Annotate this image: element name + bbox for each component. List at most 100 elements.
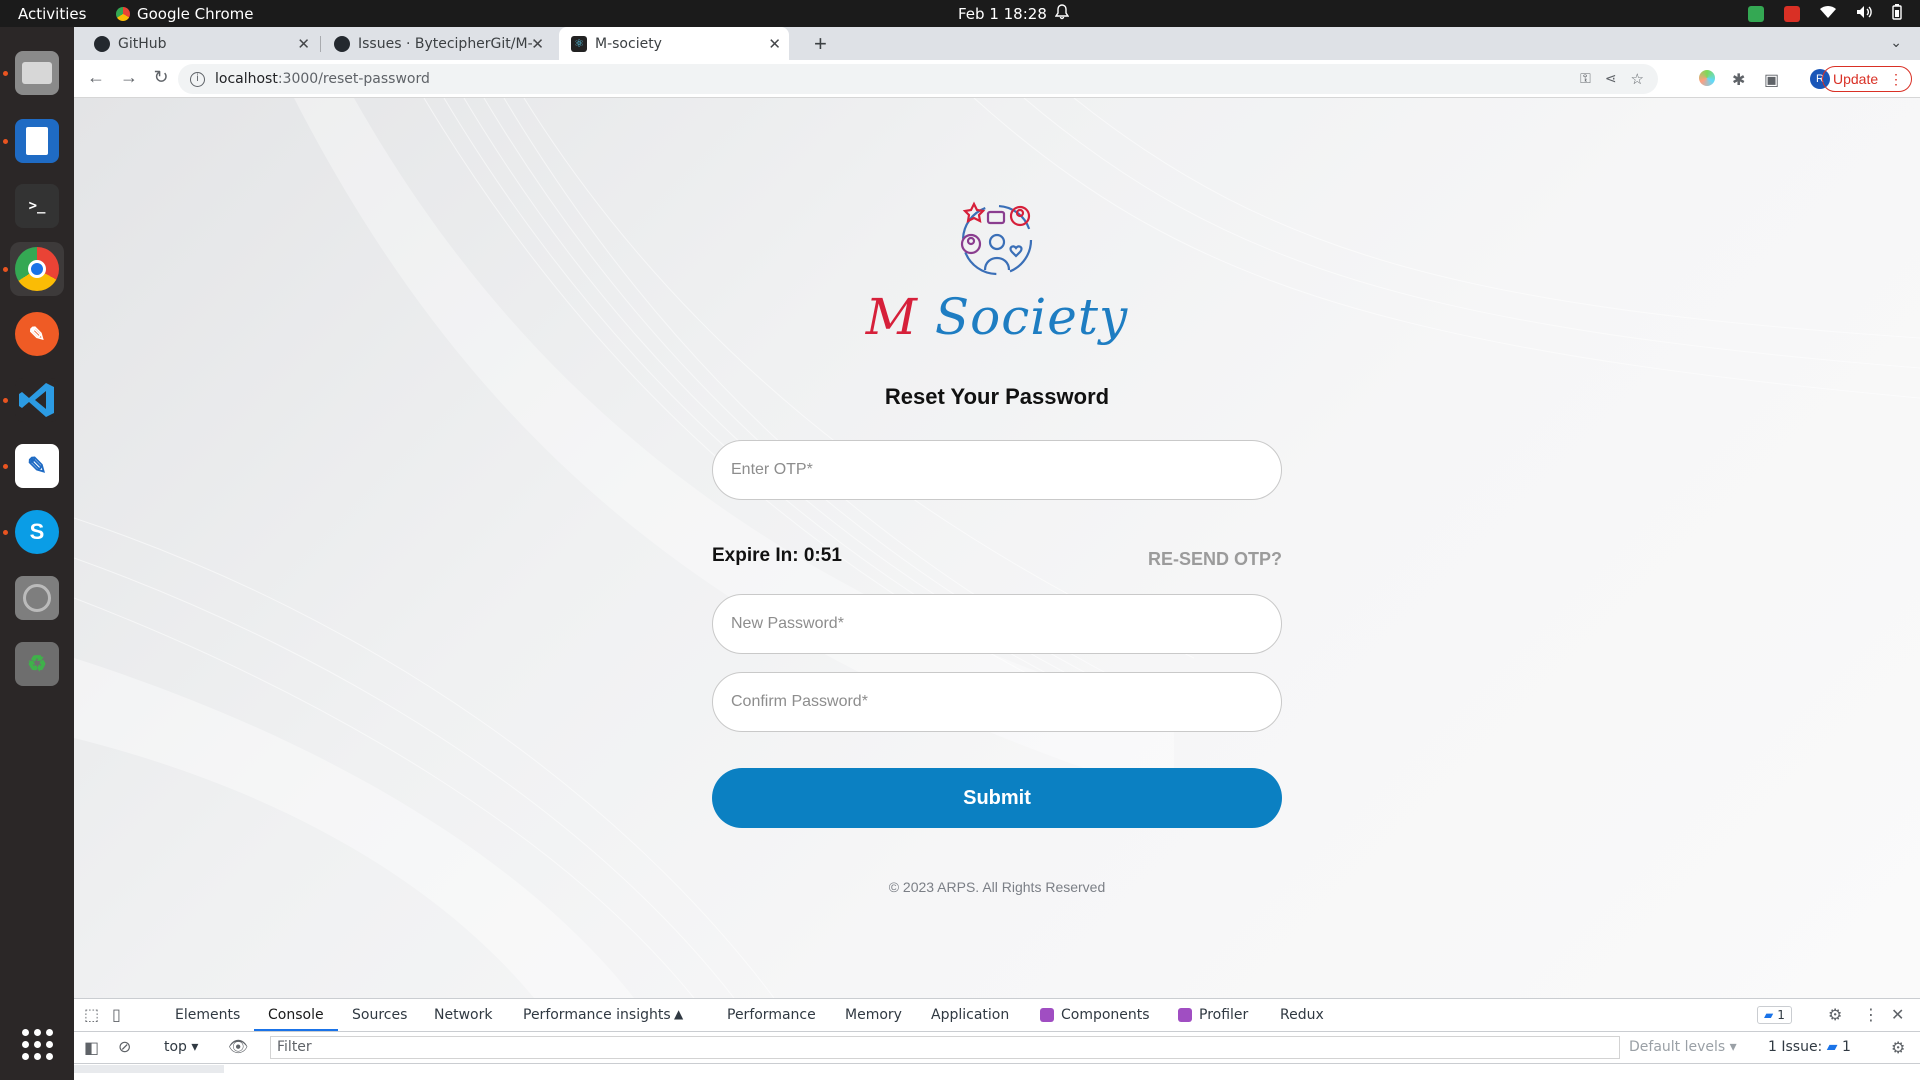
- running-indicator: [3, 139, 8, 144]
- react-icon: ⚛: [571, 35, 587, 52]
- devtools-tab-sources[interactable]: Sources: [352, 1007, 407, 1023]
- app-menu[interactable]: Google Chrome: [116, 5, 254, 23]
- forward-button[interactable]: →: [117, 67, 141, 88]
- resend-otp-link[interactable]: RE-SEND OTP?: [1148, 549, 1282, 570]
- chrome-icon: [116, 7, 130, 21]
- m-society-logo-icon: [74, 198, 1920, 293]
- react-components-icon: [1040, 1008, 1054, 1022]
- devtools-tab-profiler[interactable]: Profiler: [1199, 1007, 1248, 1023]
- new-tab-button[interactable]: +: [814, 31, 827, 57]
- side-panel-icon[interactable]: ▣: [1764, 70, 1779, 90]
- tab-strip: GitHub ✕ Issues · BytecipherGit/M-S ✕ ⚛ …: [74, 27, 1920, 60]
- show-apps-button[interactable]: [10, 1017, 64, 1071]
- submit-button[interactable]: Submit: [712, 768, 1282, 828]
- password-key-icon[interactable]: ⚿: [1580, 71, 1591, 87]
- dock: >_ ✎ ✎ S ♻: [0, 27, 74, 1080]
- messages-count: 1: [1777, 1008, 1785, 1022]
- dock-trash[interactable]: ♻: [10, 637, 64, 691]
- share-icon[interactable]: ⋖: [1605, 71, 1617, 87]
- devtools-tab-elements[interactable]: Elements: [175, 1007, 240, 1023]
- postman-icon: ✎: [15, 312, 59, 356]
- devtools-panel: ⬚ ▯ Elements Console Sources Network Per…: [74, 998, 1920, 1080]
- inspect-element-icon[interactable]: ⬚: [84, 1005, 99, 1024]
- dock-files[interactable]: [10, 46, 64, 100]
- green-status-icon[interactable]: [1748, 6, 1764, 22]
- clear-console-icon[interactable]: ⊘: [118, 1037, 131, 1056]
- dock-text-editor[interactable]: ✎: [10, 439, 64, 493]
- extension-icon[interactable]: [1699, 70, 1715, 91]
- dock-writer[interactable]: [10, 114, 64, 168]
- close-devtools-icon[interactable]: ✕: [1891, 1005, 1904, 1024]
- log-levels-dropdown[interactable]: Default levels ▾: [1629, 1039, 1737, 1055]
- devtools-tab-memory[interactable]: Memory: [845, 1007, 902, 1023]
- console-filter-input[interactable]: Filter: [270, 1036, 1620, 1059]
- activities-button[interactable]: Activities: [18, 5, 86, 23]
- close-tab-icon[interactable]: ✕: [768, 35, 781, 53]
- console-resize-handle[interactable]: [74, 1065, 224, 1073]
- system-top-bar: Activities Google Chrome Feb 1 18:28: [0, 0, 1920, 27]
- dock-chrome[interactable]: [10, 242, 64, 296]
- tab-separator: [320, 36, 321, 52]
- clock[interactable]: Feb 1 18:28: [958, 5, 1047, 23]
- url-path: :3000/reset-password: [277, 71, 430, 87]
- react-profiler-icon: [1178, 1008, 1192, 1022]
- red-status-icon[interactable]: [1784, 6, 1800, 22]
- devtools-tab-components[interactable]: Components: [1061, 1007, 1150, 1023]
- notification-bell-icon[interactable]: [1054, 4, 1070, 24]
- brand-society: Society: [934, 288, 1129, 346]
- dock-skype[interactable]: S: [10, 505, 64, 559]
- running-indicator: [3, 71, 8, 76]
- tab-m-society[interactable]: ⚛ M-society ✕: [559, 27, 789, 60]
- devtools-tab-bar: ⬚ ▯ Elements Console Sources Network Per…: [74, 999, 1920, 1032]
- dock-terminal[interactable]: >_: [10, 179, 64, 233]
- device-toolbar-icon[interactable]: ▯: [112, 1005, 121, 1024]
- devtools-tab-network[interactable]: Network: [434, 1007, 492, 1023]
- terminal-icon: >_: [15, 184, 59, 228]
- page-viewport: M Society Reset Your Password Enter OTP*…: [74, 98, 1920, 998]
- settings-gear-icon[interactable]: ⚙: [1828, 1005, 1842, 1024]
- issues-button[interactable]: 1 Issue: ▰ 1: [1768, 1039, 1851, 1055]
- dock-postman[interactable]: ✎: [10, 307, 64, 361]
- apps-grid-icon: [21, 1028, 53, 1060]
- tab-search-icon[interactable]: ⌄: [1890, 34, 1902, 51]
- update-button[interactable]: Update ⋮: [1822, 66, 1912, 92]
- context-label: top: [164, 1039, 187, 1055]
- address-bar[interactable]: i localhost:3000/reset-password ⚿ ⋖ ☆: [178, 64, 1658, 94]
- back-button[interactable]: ←: [84, 67, 108, 88]
- live-expression-eye-icon[interactable]: 👁: [228, 1037, 248, 1056]
- devtools-tab-performance-insights[interactable]: Performance insights: [523, 1007, 671, 1023]
- bookmark-star-icon[interactable]: ☆: [1631, 70, 1644, 88]
- more-options-icon[interactable]: ⋮: [1863, 1005, 1879, 1024]
- context-selector[interactable]: top ▾: [164, 1039, 198, 1055]
- system-tray[interactable]: [1748, 4, 1902, 24]
- issue-icon: ▰: [1826, 1039, 1838, 1055]
- volume-icon[interactable]: [1856, 5, 1872, 23]
- tab-issues[interactable]: Issues · BytecipherGit/M-S ✕: [322, 27, 552, 60]
- new-password-input[interactable]: New Password*: [712, 594, 1282, 654]
- extensions-puzzle-icon[interactable]: ✱: [1732, 70, 1745, 90]
- devtools-tab-application[interactable]: Application: [931, 1007, 1009, 1023]
- app-name-label: Google Chrome: [137, 5, 254, 23]
- files-icon: [15, 51, 59, 95]
- devtools-tab-performance[interactable]: Performance: [727, 1007, 816, 1023]
- devtools-tab-console[interactable]: Console: [268, 1007, 324, 1023]
- wifi-icon[interactable]: [1820, 5, 1836, 23]
- battery-icon[interactable]: [1892, 4, 1902, 24]
- console-toolbar: ◧ ⊘ top ▾ 👁 Filter Default levels ▾ 1 Is…: [74, 1032, 1920, 1064]
- dock-vscode[interactable]: [10, 373, 64, 427]
- confirm-password-input[interactable]: Confirm Password*: [712, 672, 1282, 732]
- messages-badge[interactable]: ▰ 1: [1757, 1006, 1792, 1024]
- reload-button[interactable]: ↻: [149, 67, 173, 88]
- tab-github[interactable]: GitHub ✕: [82, 27, 318, 60]
- close-tab-icon[interactable]: ✕: [297, 35, 310, 53]
- console-settings-gear-icon[interactable]: ⚙: [1891, 1038, 1905, 1057]
- otp-input[interactable]: Enter OTP*: [712, 440, 1282, 500]
- tab-title: GitHub: [118, 35, 167, 52]
- dock-disc[interactable]: [10, 571, 64, 625]
- close-tab-icon[interactable]: ✕: [531, 35, 544, 53]
- log-levels-label: Default levels: [1629, 1039, 1726, 1055]
- site-info-icon[interactable]: i: [190, 71, 205, 87]
- sidebar-toggle-icon[interactable]: ◧: [84, 1038, 99, 1057]
- brand-wordmark: M Society: [74, 288, 1920, 346]
- devtools-tab-redux[interactable]: Redux: [1280, 1007, 1324, 1023]
